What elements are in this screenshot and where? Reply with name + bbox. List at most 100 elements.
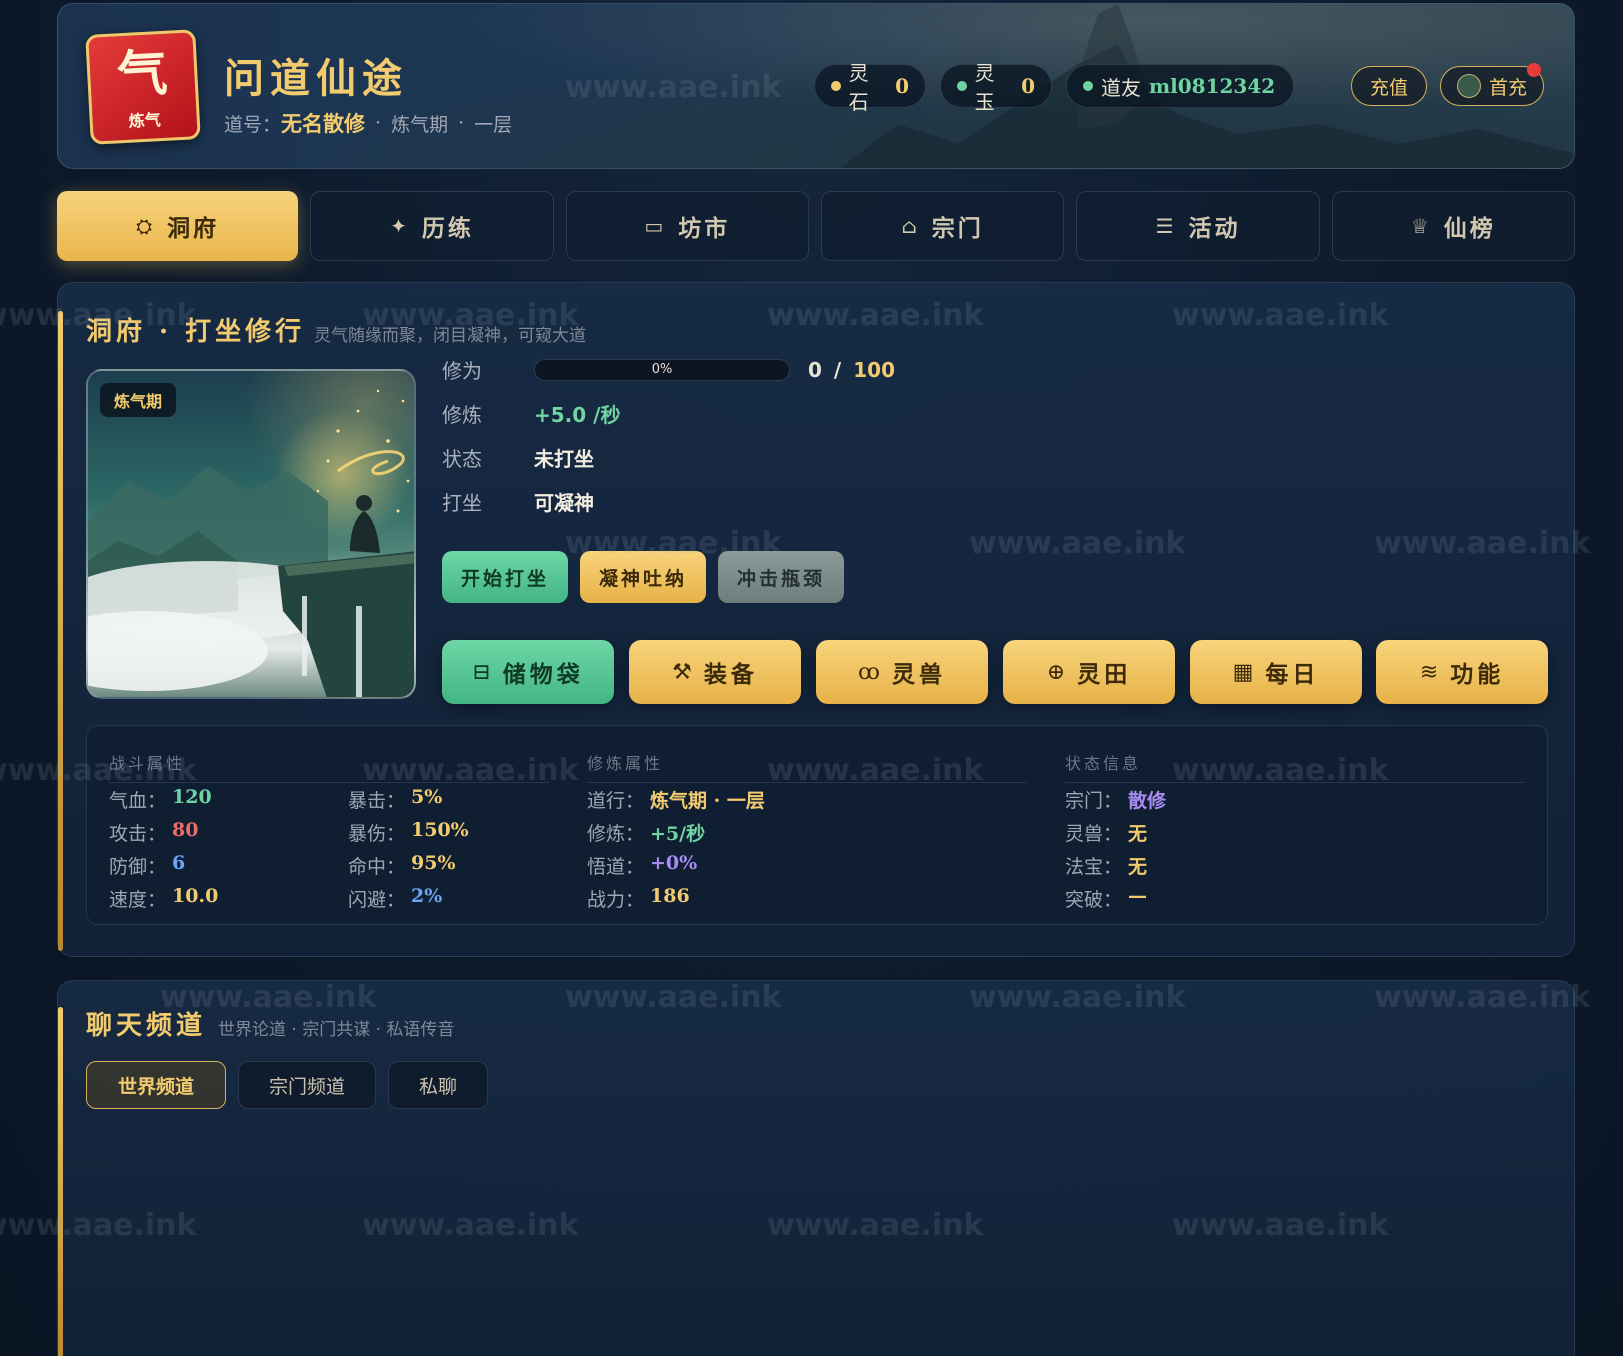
beast-icon: ꝏ xyxy=(858,659,880,685)
attr-label: 战力： xyxy=(587,889,645,911)
attr-label: 暴伤： xyxy=(348,823,406,845)
attr-value: 150% xyxy=(411,819,469,841)
tab-ranking[interactable]: ♕ 仙榜 xyxy=(1331,191,1575,261)
attr-power: 战力： 186 xyxy=(587,885,690,912)
start-meditate-button[interactable]: 开始打坐 xyxy=(442,551,568,603)
spirit-beast-button[interactable]: ꝏ 灵兽 xyxy=(816,640,988,704)
lingyu-pill: 灵玉 0 xyxy=(940,61,1052,114)
tab-label: 历练 xyxy=(421,215,474,242)
attr-label: 气血： xyxy=(109,790,167,812)
meditate-row: 打坐 可凝神 xyxy=(442,487,594,516)
realm-text: 炼气期 xyxy=(391,113,449,136)
progress-percent: 0% xyxy=(651,361,673,377)
character-portrait: 炼气期 xyxy=(86,369,416,699)
tab-cave[interactable]: ⛭ 洞府 xyxy=(57,191,299,261)
function-label: 灵兽 xyxy=(891,661,946,688)
first-recharge-label: 首充 xyxy=(1488,76,1527,99)
lingyu-dot-icon xyxy=(957,81,967,91)
combat-attributes-heading: 战斗属性 xyxy=(109,750,549,783)
attr-defense: 防御： 6 xyxy=(109,852,185,879)
panel-accent-bar xyxy=(58,1007,63,1356)
storage-bag-button[interactable]: ⊟ 储物袋 xyxy=(442,640,614,704)
cave-panel: 洞府 · 打坐修行 灵气随缘而聚，闭目凝神，可窥大道 炼气期 修为 0% 0 /… xyxy=(57,282,1575,957)
attr-crit-damage: 暴伤： 150% xyxy=(348,819,469,846)
tab-sect-channel[interactable]: 宗门频道 xyxy=(238,1061,376,1109)
cultivation-row: 修为 0% 0 / 100 xyxy=(442,355,895,384)
lingshi-dot-icon xyxy=(831,81,841,91)
online-dot-icon xyxy=(1083,81,1093,91)
attr-dao-level: 道行： 炼气期 · 一层 xyxy=(587,786,765,813)
lingyu-label: 灵玉 xyxy=(974,61,995,114)
attr-hp: 气血： 120 xyxy=(109,786,212,813)
equipment-button[interactable]: ⚒ 装备 xyxy=(629,640,801,704)
tab-training[interactable]: ✦ 历练 xyxy=(310,191,554,261)
functions-button[interactable]: ≋ 功能 xyxy=(1376,640,1548,704)
attr-value: — xyxy=(1128,885,1148,907)
daily-button[interactable]: ▦ 每日 xyxy=(1190,640,1362,704)
attr-value: +5/秒 xyxy=(650,823,706,845)
attr-label: 修炼： xyxy=(587,823,645,845)
recharge-button[interactable]: 充值 xyxy=(1351,66,1427,106)
tab-private-chat[interactable]: 私聊 xyxy=(388,1061,488,1109)
attr-value: 炼气期 · 一层 xyxy=(650,790,765,812)
attr-value: 120 xyxy=(172,786,212,808)
first-recharge-button[interactable]: 首充 xyxy=(1440,63,1544,106)
rate-label: 修炼 xyxy=(442,403,482,427)
panel-accent-bar xyxy=(58,311,63,951)
friend-label: 道友 xyxy=(1101,75,1141,100)
focus-breath-button[interactable]: 凝神吐纳 xyxy=(580,551,706,603)
notification-dot-icon xyxy=(1527,63,1541,77)
status-label: 状态 xyxy=(442,447,482,471)
status-row: 状态 未打坐 xyxy=(442,443,594,472)
function-label: 灵田 xyxy=(1077,661,1132,688)
attr-value: 无 xyxy=(1128,823,1148,845)
lingshi-value: 0 xyxy=(895,74,909,98)
attr-artifact: 法宝：无 xyxy=(1065,852,1147,879)
cultivation-current: 0 xyxy=(808,357,822,382)
attr-label: 法宝： xyxy=(1065,856,1123,878)
spirit-field-button[interactable]: ⊕ 灵田 xyxy=(1003,640,1175,704)
friend-pill: 道友 ml0812342 xyxy=(1066,64,1294,108)
tab-label: 仙榜 xyxy=(1443,215,1496,242)
friend-name: ml0812342 xyxy=(1149,74,1276,98)
lingyu-value: 0 xyxy=(1021,74,1035,98)
attr-value: 2% xyxy=(411,885,443,907)
player-subtitle: 道号：无名散修 · 炼气期 · 一层 xyxy=(224,108,512,138)
attr-sect: 宗门： 散修 xyxy=(1065,786,1166,813)
field-icon: ⊕ xyxy=(1046,659,1066,685)
attr-enlightenment: 悟道： +0% xyxy=(587,852,697,879)
attr-value: 无 xyxy=(1128,856,1148,878)
landscape-art xyxy=(88,389,414,697)
avatar-icon xyxy=(1456,74,1481,98)
layer-text: 一层 xyxy=(474,113,513,136)
attr-value: 5% xyxy=(411,786,443,808)
cave-subtitle: 灵气随缘而聚，闭目凝神，可窥大道 xyxy=(314,326,586,346)
calendar-icon: ▦ xyxy=(1232,659,1254,685)
attr-value: 6 xyxy=(172,852,186,874)
attr-crit: 暴击： 5% xyxy=(348,786,442,813)
top-header: 气 炼气 问道仙途 道号：无名散修 · 炼气期 · 一层 灵石 0 灵玉 0 道… xyxy=(57,3,1575,169)
attr-label: 攻击： xyxy=(109,823,167,845)
attr-label: 速度： xyxy=(109,889,167,911)
tab-sect[interactable]: ⌂ 宗门 xyxy=(820,191,1065,261)
attr-value: 186 xyxy=(650,885,690,907)
logo-char: 气 xyxy=(115,42,169,105)
star-icon: ✦ xyxy=(390,214,410,238)
home-icon: ⌂ xyxy=(901,214,920,238)
tab-label: 洞府 xyxy=(167,215,220,242)
status-value: 未打坐 xyxy=(534,447,594,471)
tab-events[interactable]: ☰ 活动 xyxy=(1076,191,1320,261)
breakthrough-button[interactable]: 冲击瓶颈 xyxy=(718,551,844,603)
list-icon: ☰ xyxy=(1155,214,1177,238)
attr-breakthrough: 突破： — xyxy=(1065,885,1147,912)
cultivation-progress-bar: 0% xyxy=(534,358,790,381)
lingshi-pill: 灵石 0 xyxy=(814,61,926,114)
trophy-icon: ♕ xyxy=(1410,214,1432,238)
meditate-value: 可凝神 xyxy=(534,491,594,515)
game-logo: 气 炼气 xyxy=(85,29,201,145)
tab-market[interactable]: ▭ 坊市 xyxy=(565,191,809,261)
cave-title: 洞府 · 打坐修行 xyxy=(86,317,306,347)
attr-label: 命中： xyxy=(348,856,406,878)
tab-world-channel[interactable]: 世界频道 xyxy=(86,1061,226,1109)
function-label: 储物袋 xyxy=(502,661,584,688)
